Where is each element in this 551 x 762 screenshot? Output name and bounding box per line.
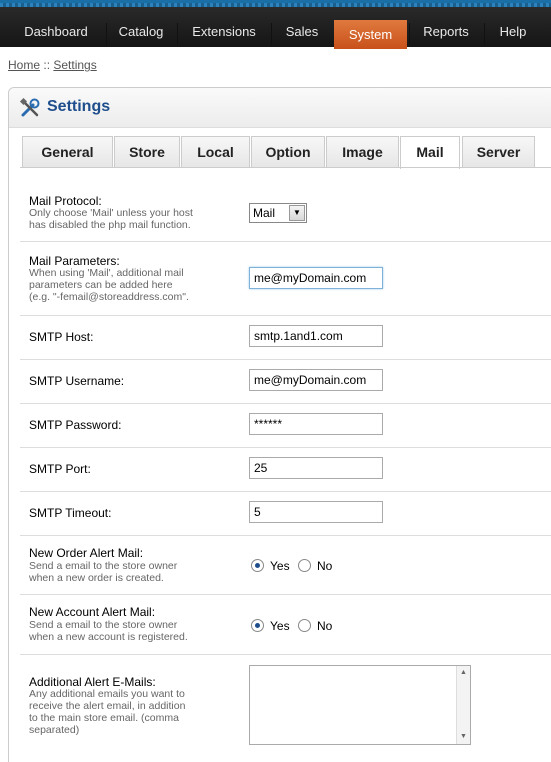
- smtp-port-input[interactable]: 25: [249, 457, 383, 479]
- nav-divider: [409, 23, 410, 45]
- breadcrumb: Home :: Settings: [8, 58, 97, 72]
- tab-option[interactable]: Option: [251, 136, 325, 168]
- textarea-scrollbar[interactable]: ▲ ▼: [456, 666, 470, 744]
- tab-store[interactable]: Store: [114, 136, 180, 168]
- nav-catalog[interactable]: Catalog: [108, 15, 174, 49]
- smtp-port-label: SMTP Port:: [29, 462, 91, 476]
- additional-emails-hint: Any additional emails you want to: [29, 688, 185, 700]
- mail-protocol-label: Mail Protocol:: [29, 194, 102, 208]
- mail-parameters-input[interactable]: me@myDomain.com: [249, 267, 383, 289]
- chevron-down-icon[interactable]: ▼: [289, 205, 305, 221]
- new-account-alert-label: New Account Alert Mail:: [29, 605, 156, 619]
- new-account-alert-yes-label: Yes: [270, 619, 290, 633]
- mail-parameters-hint: When using 'Mail', additional mail: [29, 267, 184, 279]
- smtp-password-input[interactable]: ******: [249, 413, 383, 435]
- additional-emails-hint: separated): [29, 724, 80, 736]
- scroll-up-icon[interactable]: ▲: [460, 669, 467, 676]
- mail-parameters-hint: parameters can be added here: [29, 279, 173, 291]
- tab-local[interactable]: Local: [181, 136, 250, 168]
- tab-image[interactable]: Image: [326, 136, 399, 168]
- nav-system[interactable]: System: [334, 20, 407, 49]
- smtp-password-label: SMTP Password:: [29, 418, 122, 432]
- nav-stripe: [0, 3, 551, 7]
- smtp-username-input[interactable]: me@myDomain.com: [249, 369, 383, 391]
- new-order-alert-label: New Order Alert Mail:: [29, 546, 144, 560]
- nav-help[interactable]: Help: [486, 15, 540, 49]
- mail-protocol-hint: has disabled the php mail function.: [29, 219, 191, 231]
- top-nav: Dashboard Catalog Extensions Sales Syste…: [0, 0, 551, 49]
- nav-divider: [177, 23, 178, 45]
- tab-mail[interactable]: Mail: [400, 136, 460, 169]
- additional-emails-label: Additional Alert E-Mails:: [29, 675, 156, 689]
- new-account-alert-yes-radio[interactable]: [251, 619, 264, 632]
- breadcrumb-separator: ::: [43, 58, 51, 72]
- new-order-alert-hint: Send a email to the store owner: [29, 560, 178, 572]
- tab-general[interactable]: General: [22, 136, 113, 168]
- nav-divider: [106, 23, 107, 45]
- breadcrumb-home-link[interactable]: Home: [8, 58, 40, 72]
- smtp-host-input[interactable]: smtp.1and1.com: [249, 325, 383, 347]
- new-order-alert-no-radio[interactable]: [298, 559, 311, 572]
- smtp-timeout-input[interactable]: 5: [249, 501, 383, 523]
- new-order-alert-yes-label: Yes: [270, 559, 290, 573]
- new-order-alert-no-label: No: [317, 559, 333, 573]
- nav-divider: [271, 23, 272, 45]
- new-account-alert-hint: when a new account is registered.: [29, 631, 188, 643]
- nav-sales[interactable]: Sales: [273, 15, 331, 49]
- smtp-timeout-label: SMTP Timeout:: [29, 506, 112, 520]
- scroll-down-icon[interactable]: ▼: [460, 733, 467, 740]
- new-account-alert-no-label: No: [317, 619, 333, 633]
- nav-dashboard[interactable]: Dashboard: [8, 15, 104, 49]
- mail-protocol-hint: Only choose 'Mail' unless your host: [29, 207, 193, 219]
- tab-divider: [20, 167, 551, 168]
- nav-divider: [484, 23, 485, 45]
- additional-emails-textarea[interactable]: ▲ ▼: [249, 665, 471, 745]
- tab-server[interactable]: Server: [462, 136, 535, 168]
- new-account-alert-hint: Send a email to the store owner: [29, 619, 178, 631]
- smtp-username-label: SMTP Username:: [29, 374, 125, 388]
- mail-protocol-select[interactable]: Mail ▼: [249, 203, 307, 223]
- additional-emails-hint: to the main store email. (comma: [29, 712, 179, 724]
- mail-parameters-label: Mail Parameters:: [29, 254, 120, 268]
- page-title: Settings: [47, 98, 111, 115]
- new-order-alert-hint: when a new order is created.: [29, 572, 164, 584]
- new-order-alert-yes-radio[interactable]: [251, 559, 264, 572]
- breadcrumb-settings-link[interactable]: Settings: [53, 58, 96, 72]
- nav-reports[interactable]: Reports: [411, 15, 481, 49]
- nav-extensions[interactable]: Extensions: [179, 15, 269, 49]
- mail-parameters-hint: (e.g. "-femail@storeaddress.com".: [29, 291, 189, 303]
- new-account-alert-no-radio[interactable]: [298, 619, 311, 632]
- smtp-host-label: SMTP Host:: [29, 330, 94, 344]
- additional-emails-hint: receive the alert email, in addition: [29, 700, 186, 712]
- panel-header: Settings: [9, 88, 551, 128]
- tools-icon: [19, 97, 40, 117]
- mail-protocol-value: Mail: [253, 206, 276, 220]
